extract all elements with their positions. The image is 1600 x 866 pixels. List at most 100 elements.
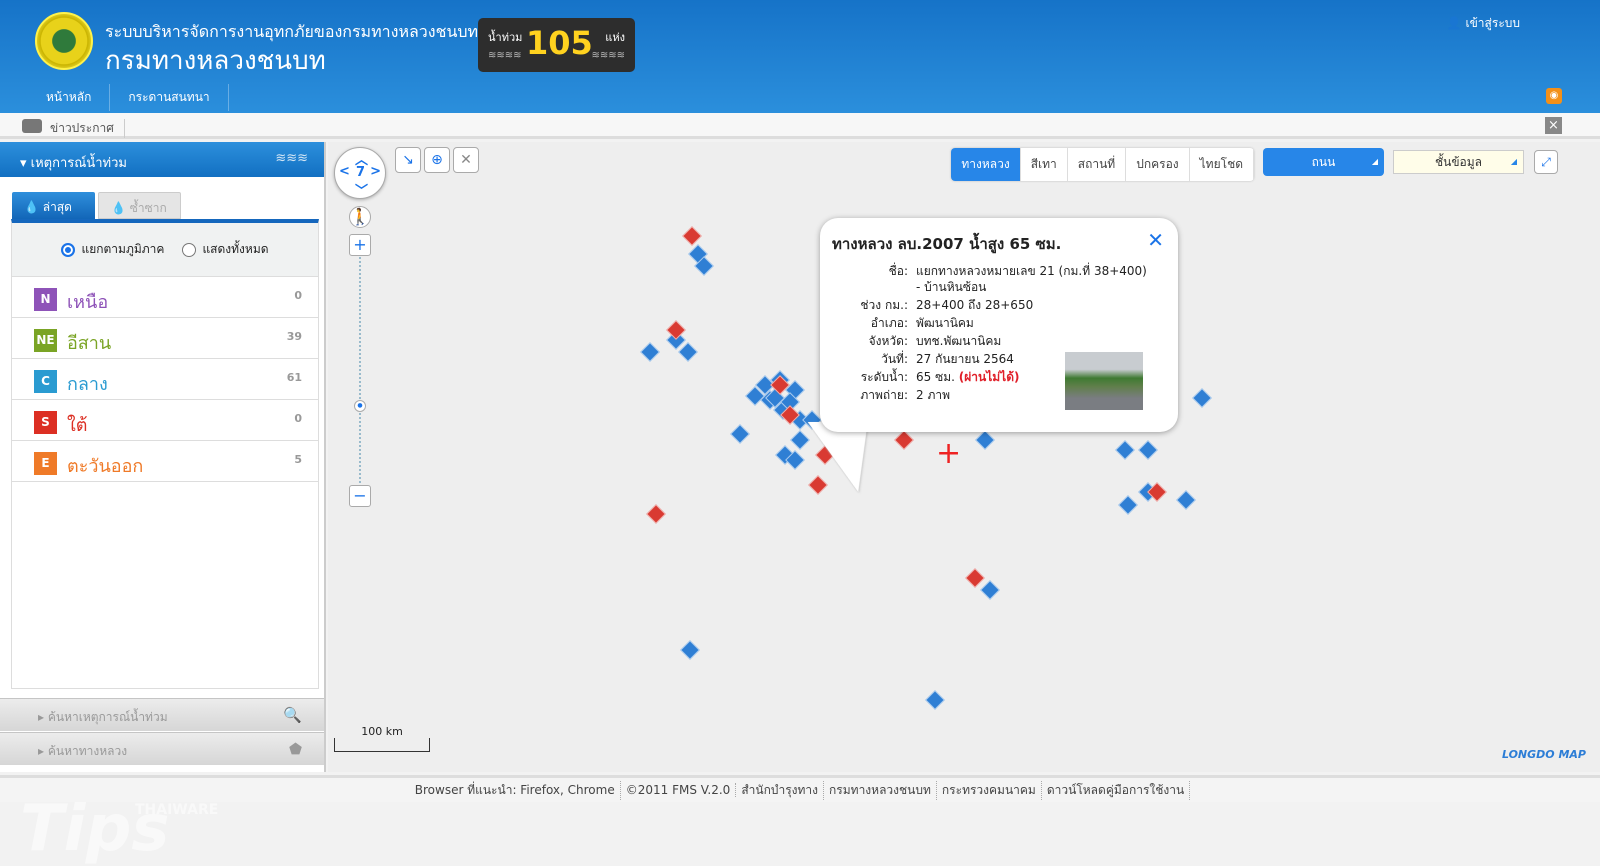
- wave-icon: ≋≋≋≋: [591, 50, 625, 61]
- flood-marker[interactable]: [1192, 388, 1212, 408]
- user-icon: 👤: [1446, 16, 1466, 30]
- footer-link[interactable]: สำนักบำรุงทาง: [736, 780, 825, 800]
- flood-marker[interactable]: [680, 640, 700, 660]
- login-link[interactable]: 👤 เข้าสู่ระบบ: [1447, 14, 1520, 33]
- popup-key: ภาพถ่าย:: [860, 388, 908, 402]
- layer-tab[interactable]: ปกครอง: [1126, 148, 1190, 181]
- announcement-bar: ข่าวประกาศ ×: [0, 113, 1600, 139]
- pan-control[interactable]: ︿ < 7 > ﹀: [334, 147, 386, 199]
- flood-marker[interactable]: [730, 424, 750, 444]
- region-count: 39: [286, 330, 302, 343]
- region-badge: N: [34, 288, 57, 311]
- base-layer-tabs: ทางหลวง สีเทา สถานที่ ปกครอง ไทยโชด: [951, 148, 1254, 181]
- tab-latest[interactable]: 💧 ล่าสุด: [12, 192, 95, 219]
- popup-key: จังหวัด:: [868, 334, 908, 348]
- flood-marker[interactable]: [682, 226, 702, 246]
- flood-marker[interactable]: [894, 430, 914, 450]
- nav-forum[interactable]: กระดานสนทนา: [110, 84, 229, 111]
- zoom-slider[interactable]: [359, 254, 361, 494]
- region-item[interactable]: C กลาง 61: [12, 359, 318, 400]
- flood-marker[interactable]: [646, 504, 666, 524]
- popup-key: วันที่:: [881, 352, 908, 366]
- flood-marker[interactable]: [1138, 440, 1158, 460]
- popup-value: บทช.พัฒนานิคม: [916, 334, 1002, 348]
- region-badge: S: [34, 411, 57, 434]
- pan-right-icon[interactable]: >: [370, 164, 381, 179]
- flood-label: น้ำท่วม: [488, 31, 523, 44]
- popup-row: ช่วง กม.: 28+400 ถึง 28+650: [820, 296, 1151, 314]
- region-name: อีสาน: [67, 333, 112, 354]
- pan-down-icon[interactable]: ﹀: [355, 180, 368, 199]
- close-popup-icon[interactable]: ✕: [1147, 228, 1164, 252]
- road-select[interactable]: ถนน ◢: [1263, 148, 1384, 176]
- layer-tab[interactable]: สถานที่: [1068, 148, 1127, 181]
- clear-icon[interactable]: ✕: [453, 147, 479, 173]
- footer-link[interactable]: กรมทางหลวงชนบท: [824, 780, 937, 800]
- fullscreen-icon[interactable]: ⤢: [1534, 150, 1558, 174]
- department-logo: [35, 12, 93, 70]
- flood-panel-header[interactable]: ▾ เหตุการณ์น้ำท่วม ≋≋≋: [0, 142, 324, 177]
- flood-marker[interactable]: [808, 475, 828, 495]
- street-view-icon[interactable]: 🚶: [349, 206, 371, 228]
- places-label: แห่ง: [605, 31, 625, 44]
- data-layer-select[interactable]: ชั้นข้อมูล ◢: [1393, 150, 1524, 174]
- radio-show-all[interactable]: แสดงทั้งหมด: [182, 240, 269, 259]
- popup-row: จังหวัด: บทช.พัฒนานิคม: [820, 332, 1151, 350]
- measure-line-icon[interactable]: ↘: [395, 147, 421, 173]
- zoom-in-button[interactable]: +: [349, 234, 371, 256]
- radio-by-region[interactable]: แยกตามภูมิภาค: [61, 240, 164, 259]
- region-item[interactable]: E ตะวันออก 5: [12, 441, 318, 482]
- footer-link[interactable]: กระทรวงคมนาคม: [937, 780, 1042, 800]
- rss-icon[interactable]: ◉: [1546, 88, 1562, 104]
- flood-marker[interactable]: [1176, 490, 1196, 510]
- flood-marker[interactable]: [640, 342, 660, 362]
- longdo-map-logo[interactable]: LONGDO MAP: [1502, 748, 1586, 761]
- flood-marker[interactable]: [975, 430, 995, 450]
- footer-link: Browser ที่แนะนำ: Firefox, Chrome: [410, 780, 621, 800]
- zoom-slider-handle[interactable]: ●: [354, 400, 366, 412]
- layer-tab[interactable]: ไทยโชด: [1190, 148, 1254, 181]
- map-canvas[interactable]: ︿ < 7 > ﹀ ↘ ⊕ ✕ 🚶 + ● − ทางหลวง สีเทา สถาน…: [328, 142, 1600, 772]
- region-badge: NE: [34, 329, 57, 352]
- map-center-crosshair: +: [936, 436, 962, 471]
- search-road-accordion[interactable]: ▸ ค้นหาทางหลวง ⬟: [0, 732, 324, 765]
- flood-marker[interactable]: [980, 580, 1000, 600]
- flood-marker[interactable]: [965, 568, 985, 588]
- flood-marker[interactable]: [790, 430, 810, 450]
- region-badge: E: [34, 452, 57, 475]
- flood-count: 105: [526, 24, 593, 62]
- tab-recurring[interactable]: 💧 ซ้ำซาก: [98, 192, 181, 219]
- layer-tab[interactable]: ทางหลวง: [951, 148, 1021, 181]
- flood-marker[interactable]: [1118, 495, 1138, 515]
- region-item[interactable]: NE อีสาน 39: [12, 318, 318, 359]
- footer-link[interactable]: ดาวน์โหลดคู่มือการใช้งาน: [1042, 780, 1191, 800]
- region-count: 61: [286, 371, 302, 384]
- region-item[interactable]: N เหนือ 0: [12, 277, 318, 318]
- popup-value: พัฒนานิคม: [916, 316, 974, 330]
- scale-bar: 100 km: [334, 726, 430, 752]
- popup-key: อำเภอ:: [870, 316, 908, 330]
- search-flood-accordion[interactable]: ▸ ค้นหาเหตุการณ์น้ำท่วม 🔍: [0, 698, 324, 731]
- search-icon: 🔍: [283, 706, 302, 724]
- region-badge: C: [34, 370, 57, 393]
- nav-home[interactable]: หน้าหลัก: [28, 84, 111, 111]
- flood-photo-thumbnail[interactable]: [1065, 352, 1143, 410]
- drops-icon: 💧: [111, 201, 130, 215]
- region-count: 5: [294, 453, 302, 466]
- pan-left-icon[interactable]: <: [339, 164, 350, 179]
- flood-marker[interactable]: [925, 690, 945, 710]
- popup-row: ชื่อ: แยกทางหลวงหมายเลข 21 (กม.ที่ 38+400…: [820, 262, 1151, 296]
- flood-marker[interactable]: [1115, 440, 1135, 460]
- popup-key: ระดับน้ำ:: [860, 370, 908, 384]
- close-announcement-button[interactable]: ×: [1545, 117, 1562, 134]
- status-impassable: (ผ่านไม่ได้): [958, 370, 1020, 384]
- zoom-level: 7: [356, 165, 366, 180]
- region-item[interactable]: S ใต้ 0: [12, 400, 318, 441]
- layer-tab[interactable]: สีเทา: [1021, 148, 1068, 181]
- flood-marker[interactable]: [678, 342, 698, 362]
- zoom-box-icon[interactable]: ⊕: [424, 147, 450, 173]
- announcement-label[interactable]: ข่าวประกาศ: [50, 119, 125, 138]
- popup-value: 28+400 ถึง 28+650: [916, 298, 1034, 312]
- menu-icon[interactable]: [22, 119, 42, 133]
- zoom-out-button[interactable]: −: [349, 485, 371, 507]
